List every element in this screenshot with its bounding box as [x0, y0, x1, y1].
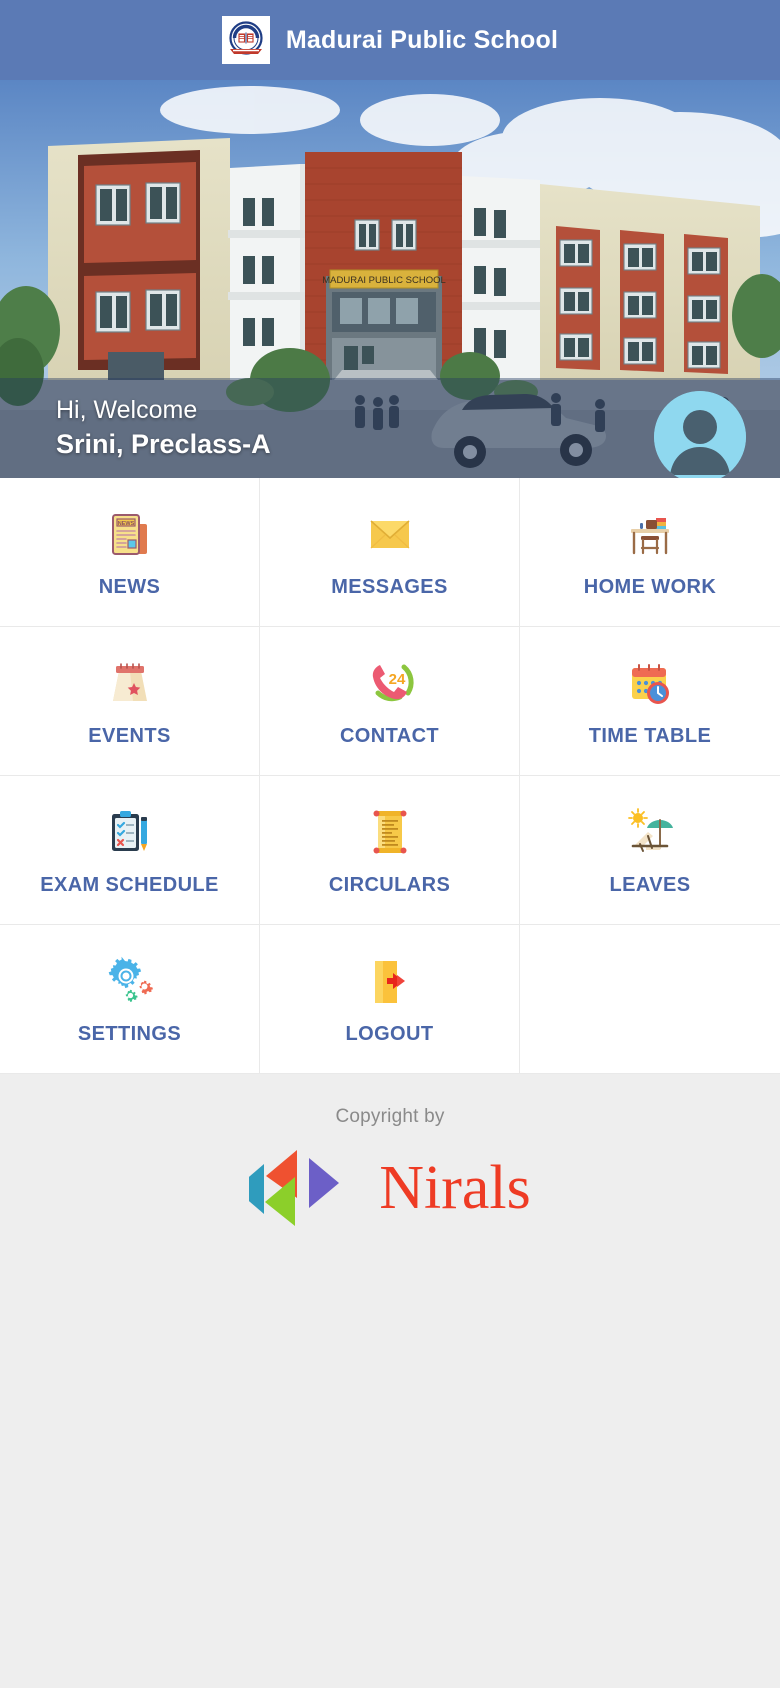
menu-label: SETTINGS — [77, 1022, 182, 1045]
copyright-text: Copyright by — [335, 1106, 445, 1127]
study-desk-icon — [622, 506, 678, 562]
menu-label: CIRCULARS — [328, 873, 451, 896]
gears-icon — [102, 953, 158, 1009]
school-logo — [221, 16, 270, 64]
welcome-overlay: Hi, Welcome Srini, Preclass-A — [0, 378, 780, 478]
menu-tile-circulars[interactable]: CIRCULARS — [260, 776, 520, 925]
menu-tile-messages[interactable]: MESSAGES — [260, 478, 520, 627]
menu-tile-leaves[interactable]: LEAVES — [520, 776, 780, 925]
menu-tile-time-table[interactable]: TIME TABLE — [520, 627, 780, 776]
nirals-logo-icon — [249, 1150, 340, 1226]
menu-tile-news[interactable]: NEWS NEWS — [0, 478, 260, 627]
app-header: Madurai Public School — [0, 0, 780, 80]
user-avatar-icon — [654, 391, 746, 478]
menu-label: EXAM SCHEDULE — [40, 873, 219, 896]
svg-text:MADURAI PUBLIC SCHOOL: MADURAI PUBLIC SCHOOL — [322, 275, 446, 286]
scroll-icon — [362, 804, 418, 860]
calendar-star-icon — [102, 655, 158, 711]
menu-tile-empty — [520, 925, 780, 1074]
nirals-wordmark: Nirals — [379, 1154, 531, 1222]
menu-grid: NEWS NEWS MESSAGES HOME WORK EVENTS 24 C… — [0, 478, 780, 1074]
menu-label: HOME WORK — [583, 575, 717, 598]
clipboard-pen-icon — [102, 804, 158, 860]
menu-tile-contact[interactable]: 24 CONTACT — [260, 627, 520, 776]
welcome-greeting: Hi, Welcome — [56, 395, 198, 424]
menu-tile-home-work[interactable]: HOME WORK — [520, 478, 780, 627]
app-title: Madurai Public School — [285, 25, 559, 54]
menu-tile-settings[interactable]: SETTINGS — [0, 925, 260, 1074]
app-root: Madurai Public School MADURAI PUBLIC SCH… — [0, 0, 780, 1688]
calendar-clock-icon — [622, 655, 678, 711]
menu-label: MESSAGES — [331, 575, 448, 598]
menu-label: NEWS — [98, 575, 161, 598]
menu-tile-events[interactable]: EVENTS — [0, 627, 260, 776]
menu-label: LOGOUT — [345, 1022, 434, 1045]
welcome-block: Hi, Welcome Srini, Preclass-A — [56, 395, 271, 462]
app-footer: Copyright by Nirals — [0, 1074, 780, 1688]
svg-text:NEWS: NEWS — [117, 521, 134, 527]
nirals-branding: Nirals — [249, 1146, 531, 1230]
menu-label: EVENTS — [88, 724, 171, 747]
menu-tile-exam-schedule[interactable]: EXAM SCHEDULE — [0, 776, 260, 925]
exit-door-icon — [362, 953, 418, 1009]
envelope-icon — [362, 506, 418, 562]
menu-label: CONTACT — [339, 724, 440, 747]
welcome-username: Srini, Preclass-A — [56, 428, 271, 459]
school-crest-icon — [229, 21, 263, 55]
menu-label: TIME TABLE — [588, 724, 712, 747]
svg-text:24: 24 — [388, 671, 405, 688]
beach-chair-icon — [622, 804, 678, 860]
menu-label: LEAVES — [609, 873, 691, 896]
school-banner-image: MADURAI PUBLIC SCHOOL Hi, Welcome Srini,… — [0, 80, 780, 478]
phone-24-icon: 24 — [362, 655, 418, 711]
avatar[interactable] — [654, 391, 746, 478]
menu-tile-logout[interactable]: LOGOUT — [260, 925, 520, 1074]
newspaper-icon: NEWS — [102, 506, 158, 562]
